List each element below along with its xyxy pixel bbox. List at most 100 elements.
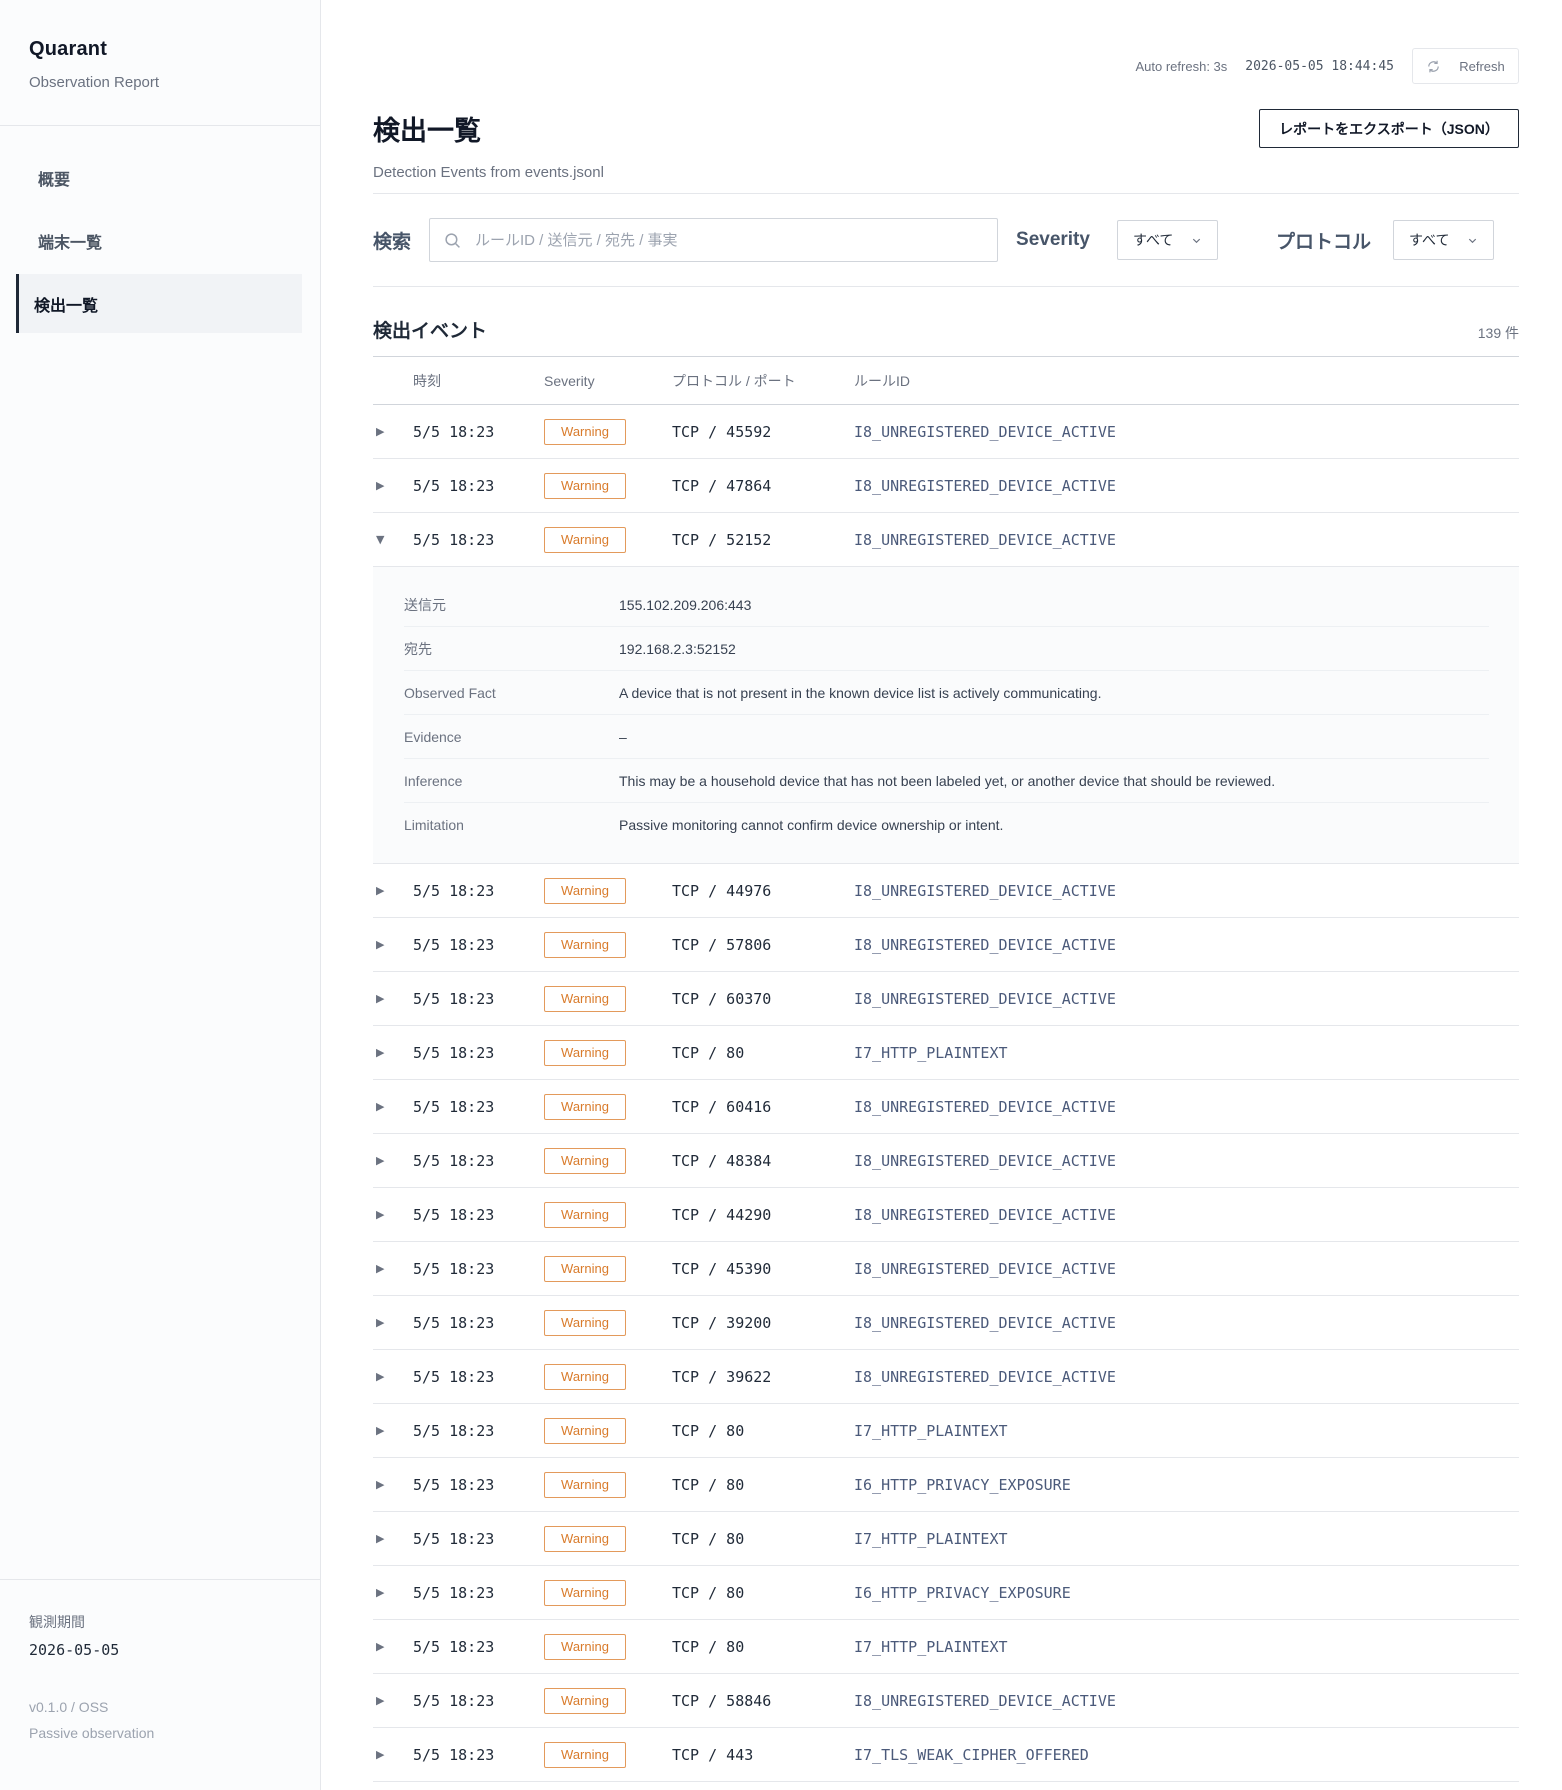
event-rule-id: I8_UNREGISTERED_DEVICE_ACTIVE [854, 422, 1116, 441]
caret-right-icon[interactable]: ▶ [373, 1640, 413, 1653]
chevron-down-icon [1468, 238, 1477, 243]
events-count: 139 件 [1477, 325, 1519, 341]
event-row[interactable]: ▶ 5/5 18:23 Warning TCP / 57806 I8_UNREGISTE… [373, 918, 1519, 972]
event-protocol: TCP / 60370 [672, 989, 772, 1008]
severity-filter-label: Severity [1016, 229, 1090, 250]
events-rows-bottom: ▶ 5/5 18:23 Warning TCP / 44976 I8_UNREGISTE… [373, 864, 1519, 1782]
filter-bar: 検索 Severity すべて プロトコル すべて [373, 194, 1519, 287]
sidebar-item-overview[interactable]: 概要 [16, 148, 302, 207]
detail-row: Inference This may be a household device … [404, 759, 1489, 803]
brand-name: Quarant [29, 38, 108, 60]
caret-right-icon[interactable]: ▶ [373, 1694, 413, 1707]
protocol-select[interactable]: すべて [1392, 220, 1494, 260]
event-protocol: TCP / 80 [672, 1637, 745, 1656]
event-time: 5/5 18:23 [413, 1043, 495, 1062]
events-table-header: 時刻 Severity プロトコル / ポート ルールID [373, 357, 1519, 405]
event-row[interactable]: ▶ 5/5 18:23 Warning TCP / 80 I7_HTTP_PLAINTE… [373, 1404, 1519, 1458]
caret-right-icon[interactable]: ▶ [373, 479, 413, 492]
sidebar-item-devices[interactable]: 端末一覧 [16, 211, 302, 270]
event-row[interactable]: ▶ 5/5 18:23 Warning TCP / 48384 I8_UNREGISTE… [373, 1134, 1519, 1188]
event-row[interactable]: ▶ 5/5 18:23 Warning TCP / 58846 I8_UNREGISTE… [373, 1674, 1519, 1728]
event-row[interactable]: ▶ 5/5 18:23 Warning TCP / 80 I7_HTTP_PLAINTE… [373, 1620, 1519, 1674]
severity-badge: Warning [544, 418, 626, 445]
event-row[interactable]: ▶ 5/5 18:23 Warning TCP / 47864 I8_UNREGISTE… [373, 459, 1519, 513]
event-protocol: TCP / 80 [672, 1583, 745, 1602]
event-time: 5/5 18:23 [413, 1637, 495, 1656]
event-protocol: TCP / 80 [672, 1421, 745, 1440]
event-severity-cell: Warning [544, 1579, 672, 1606]
caret-right-icon[interactable]: ▶ [373, 1262, 413, 1275]
event-time: 5/5 18:23 [413, 1205, 495, 1224]
event-row[interactable]: ▶ 5/5 18:23 Warning TCP / 39200 I8_UNREGISTE… [373, 1296, 1519, 1350]
detail-value: A device that is not present in the know… [619, 684, 1102, 701]
caret-right-icon[interactable]: ▶ [373, 1586, 413, 1599]
detail-value: 192.168.2.3:52152 [619, 640, 736, 657]
severity-badge: Warning [544, 1093, 626, 1120]
detail-value: – [619, 728, 627, 745]
caret-right-icon[interactable]: ▶ [373, 1046, 413, 1059]
event-protocol: TCP / 443 [672, 1745, 754, 1764]
event-rule-id: I7_HTTP_PLAINTEXT [854, 1529, 1008, 1548]
caret-right-icon[interactable]: ▶ [373, 992, 413, 1005]
event-row[interactable]: ▶ 5/5 18:23 Warning TCP / 45390 I8_UNREGISTE… [373, 1242, 1519, 1296]
caret-right-icon[interactable]: ▶ [373, 1370, 413, 1383]
event-rule-id: I8_UNREGISTERED_DEVICE_ACTIVE [854, 530, 1116, 549]
sidebar-nav: 概要 端末一覧 検出一覧 [0, 126, 320, 333]
event-row[interactable]: ▶ 5/5 18:23 Warning TCP / 80 I7_HTTP_PLAINTE… [373, 1026, 1519, 1080]
severity-badge: Warning [544, 1363, 626, 1390]
sidebar-item-detections[interactable]: 検出一覧 [16, 274, 302, 333]
event-row[interactable]: ▶ 5/5 18:23 Warning TCP / 44976 I8_UNREGISTE… [373, 864, 1519, 918]
detail-key: 送信元 [404, 596, 446, 613]
caret-right-icon[interactable]: ▶ [373, 1154, 413, 1167]
severity-select[interactable]: すべて [1116, 220, 1218, 260]
event-row[interactable]: ▶ 5/5 18:23 Warning TCP / 80 I6_HTTP_PRIVACY… [373, 1566, 1519, 1620]
event-time: 5/5 18:23 [413, 935, 495, 954]
detail-row: 宛先 192.168.2.3:52152 [404, 627, 1489, 671]
event-row[interactable]: ▶ 5/5 18:23 Warning TCP / 60416 I8_UNREGISTE… [373, 1080, 1519, 1134]
caret-right-icon[interactable]: ▶ [373, 1100, 413, 1113]
event-rule-id: I8_UNREGISTERED_DEVICE_ACTIVE [854, 1313, 1116, 1332]
caret-right-icon[interactable]: ▶ [373, 1748, 413, 1761]
event-row[interactable]: ▶ 5/5 18:23 Warning TCP / 45592 I8_UNREGISTE… [373, 405, 1519, 459]
event-detail-list: 送信元 155.102.209.206:443 宛先 192.168.2.3:5215… [404, 583, 1489, 847]
event-row[interactable]: ▶ 5/5 18:23 Warning TCP / 80 I7_HTTP_PLAINTE… [373, 1512, 1519, 1566]
event-row[interactable]: ▶ 5/5 18:23 Warning TCP / 443 I7_TLS_WEAK_CI… [373, 1728, 1519, 1782]
event-row[interactable]: ▶ 5/5 18:23 Warning TCP / 39622 I8_UNREGISTE… [373, 1350, 1519, 1404]
events-section-header: 検出イベント 139 件 [373, 287, 1519, 357]
event-time: 5/5 18:23 [413, 422, 495, 441]
event-row[interactable]: ▶ 5/5 18:23 Warning TCP / 60370 I8_UNREGISTE… [373, 972, 1519, 1026]
event-rule-id: I7_HTTP_PLAINTEXT [854, 1043, 1008, 1062]
protocol-filter-label: プロトコル [1275, 231, 1371, 253]
export-json-button[interactable]: レポートをエクスポート（JSON） [1259, 109, 1519, 148]
search-input[interactable] [475, 231, 976, 249]
caret-right-icon[interactable]: ▶ [373, 1532, 413, 1545]
caret-right-icon[interactable]: ▶ [373, 425, 413, 438]
event-row[interactable]: ▶ 5/5 18:23 Warning TCP / 80 I6_HTTP_PRIVACY… [373, 1458, 1519, 1512]
chevron-down-icon [1192, 238, 1201, 243]
caret-right-icon[interactable]: ▶ [373, 1316, 413, 1329]
protocol-select-value: すべて [1408, 232, 1450, 248]
event-severity-cell: Warning [544, 1525, 672, 1552]
detail-key: Inference [404, 772, 463, 789]
event-protocol: TCP / 44976 [672, 881, 772, 900]
column-header-severity: Severity [544, 372, 595, 389]
event-row[interactable]: ▼ 5/5 18:23 Warning TCP / 52152 I8_UNREGISTE… [373, 513, 1519, 567]
search-label: 検索 [373, 231, 412, 253]
event-time: 5/5 18:23 [413, 1745, 495, 1764]
caret-right-icon[interactable]: ▶ [373, 1208, 413, 1221]
severity-badge: Warning [544, 985, 626, 1012]
event-row[interactable]: ▶ 5/5 18:23 Warning TCP / 44290 I8_UNREGISTE… [373, 1188, 1519, 1242]
severity-badge: Warning [544, 1687, 626, 1714]
caret-right-icon[interactable]: ▶ [373, 884, 413, 897]
event-protocol: TCP / 44290 [672, 1205, 772, 1224]
caret-right-icon[interactable]: ▶ [373, 1478, 413, 1491]
event-protocol: TCP / 80 [672, 1475, 745, 1494]
caret-right-icon[interactable]: ▶ [373, 1424, 413, 1437]
event-time: 5/5 18:23 [413, 1583, 495, 1602]
brand-block: Quarant Observation Report [0, 0, 320, 126]
search-box[interactable] [429, 218, 999, 262]
event-rule-id: I7_TLS_WEAK_CIPHER_OFFERED [854, 1745, 1089, 1764]
detail-row: Evidence – [404, 715, 1489, 759]
caret-right-icon[interactable]: ▶ [373, 938, 413, 951]
caret-down-icon[interactable]: ▼ [373, 533, 413, 546]
